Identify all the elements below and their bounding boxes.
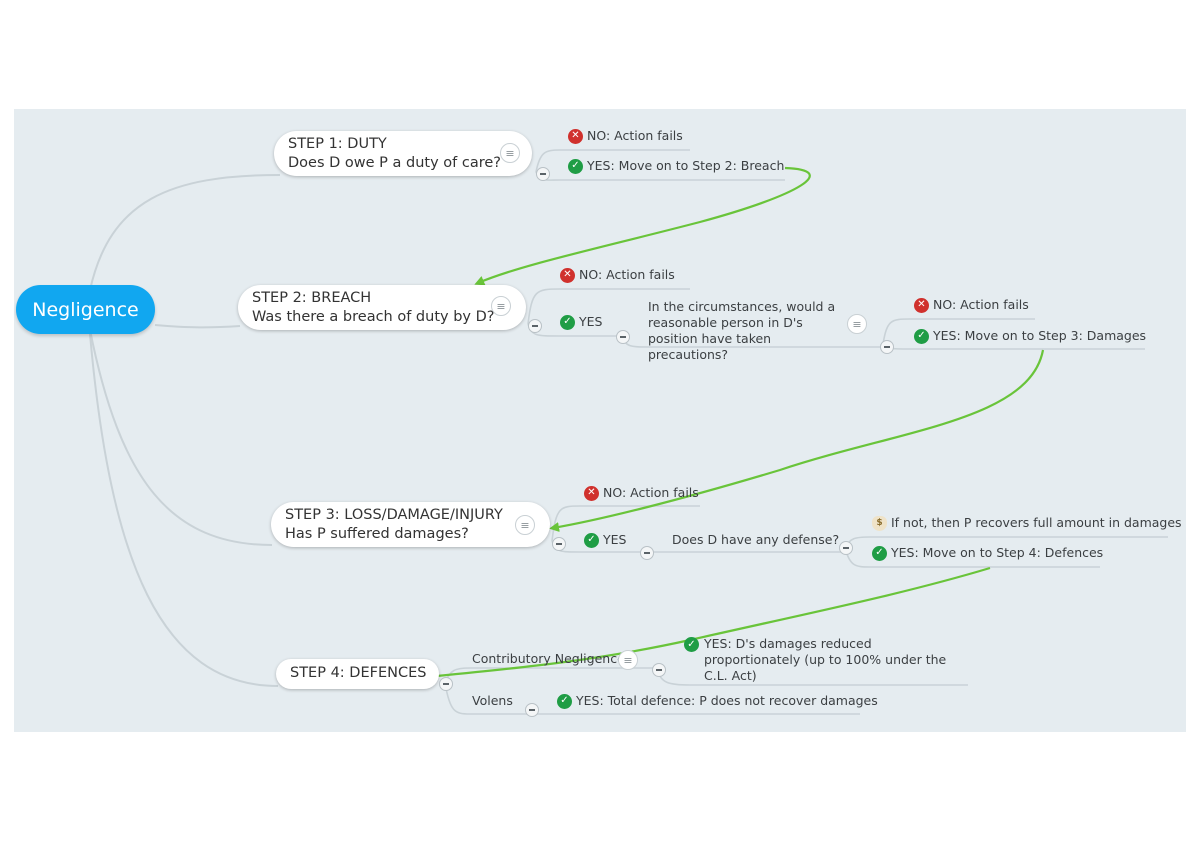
step2-reasonable-person-topic[interactable]: In the circumstances, would a reasonable… (648, 299, 853, 363)
collapse-toggle-step3-yes[interactable] (640, 546, 654, 560)
step4-topic[interactable]: STEP 4: DEFENCES (276, 659, 439, 689)
mindmap-canvas (14, 109, 1186, 732)
collapse-toggle-volens[interactable] (525, 703, 539, 717)
step3-title: STEP 3: LOSS/DAMAGE/INJURY (285, 507, 503, 523)
yes-icon: ✓ (684, 637, 699, 652)
step3-yes-item[interactable]: ✓ YES (584, 532, 626, 548)
contributory-yes-item[interactable]: ✓ YES: D's damages reduced proportionatel… (684, 636, 964, 684)
step3-topic[interactable]: STEP 3: LOSS/DAMAGE/INJURY Has P suffere… (271, 502, 550, 547)
collapse-toggle-step2-sub[interactable] (880, 340, 894, 354)
step1-no-item[interactable]: ✕ NO: Action fails (568, 128, 683, 144)
step2-sub-yes-item[interactable]: ✓ YES: Move on to Step 3: Damages (914, 328, 1146, 344)
yes-icon: ✓ (872, 545, 887, 561)
step3-sub-yes-item[interactable]: ✓ YES: Move on to Step 4: Defences (872, 545, 1103, 561)
step4-contributory-negligence-topic[interactable]: Contributory Negligence (472, 651, 625, 667)
step3-no-item[interactable]: ✕ NO: Action fails (584, 485, 699, 501)
step4-title: STEP 4: DEFENCES (290, 665, 427, 681)
collapse-toggle-step4[interactable] (439, 677, 453, 691)
notes-icon[interactable]: ≡ (491, 296, 511, 316)
collapse-toggle-step2[interactable] (528, 319, 542, 333)
notes-icon[interactable]: ≡ (515, 515, 535, 535)
yes-icon: ✓ (560, 314, 575, 330)
notes-icon[interactable]: ≡ (500, 143, 520, 163)
step2-yes-item[interactable]: ✓ YES (560, 314, 602, 330)
money-bag-icon: $ (872, 515, 887, 531)
no-icon: ✕ (568, 128, 583, 144)
no-icon: ✕ (560, 267, 575, 283)
step2-topic[interactable]: STEP 2: BREACH Was there a breach of dut… (238, 285, 526, 330)
step3-defense-topic[interactable]: Does D have any defense? (672, 532, 839, 548)
volens-yes-item[interactable]: ✓ YES: Total defence: P does not recover … (557, 693, 878, 709)
step2-no-item[interactable]: ✕ NO: Action fails (560, 267, 675, 283)
no-icon: ✕ (914, 297, 929, 313)
step1-question: Does D owe P a duty of care? (288, 155, 501, 171)
root-topic-negligence[interactable]: Negligence (16, 285, 155, 334)
notes-icon[interactable]: ≡ (847, 314, 867, 334)
root-topic-label: Negligence (32, 298, 139, 321)
collapse-toggle-step3-sub[interactable] (839, 541, 853, 555)
yes-icon: ✓ (584, 532, 599, 548)
no-icon: ✕ (584, 485, 599, 501)
yes-icon: ✓ (568, 158, 583, 174)
step1-topic[interactable]: STEP 1: DUTY Does D owe P a duty of care… (274, 131, 532, 176)
step2-sub-no-item[interactable]: ✕ NO: Action fails (914, 297, 1029, 313)
yes-icon: ✓ (914, 328, 929, 344)
step3-sub-money-item[interactable]: $ If not, then P recovers full amount in … (872, 515, 1182, 531)
collapse-toggle-step2-yes[interactable] (616, 330, 630, 344)
step3-question: Has P suffered damages? (285, 526, 469, 542)
step2-question: Was there a breach of duty by D? (252, 309, 495, 325)
collapse-toggle-step3[interactable] (552, 537, 566, 551)
step1-yes-item[interactable]: ✓ YES: Move on to Step 2: Breach (568, 158, 784, 174)
yes-icon: ✓ (557, 693, 572, 709)
collapse-toggle-contributory[interactable] (652, 663, 666, 677)
step4-volens-topic[interactable]: Volens (472, 693, 513, 709)
step1-title: STEP 1: DUTY (288, 136, 387, 152)
notes-icon[interactable]: ≡ (618, 650, 638, 670)
step2-title: STEP 2: BREACH (252, 290, 372, 306)
collapse-toggle-step1[interactable] (536, 167, 550, 181)
